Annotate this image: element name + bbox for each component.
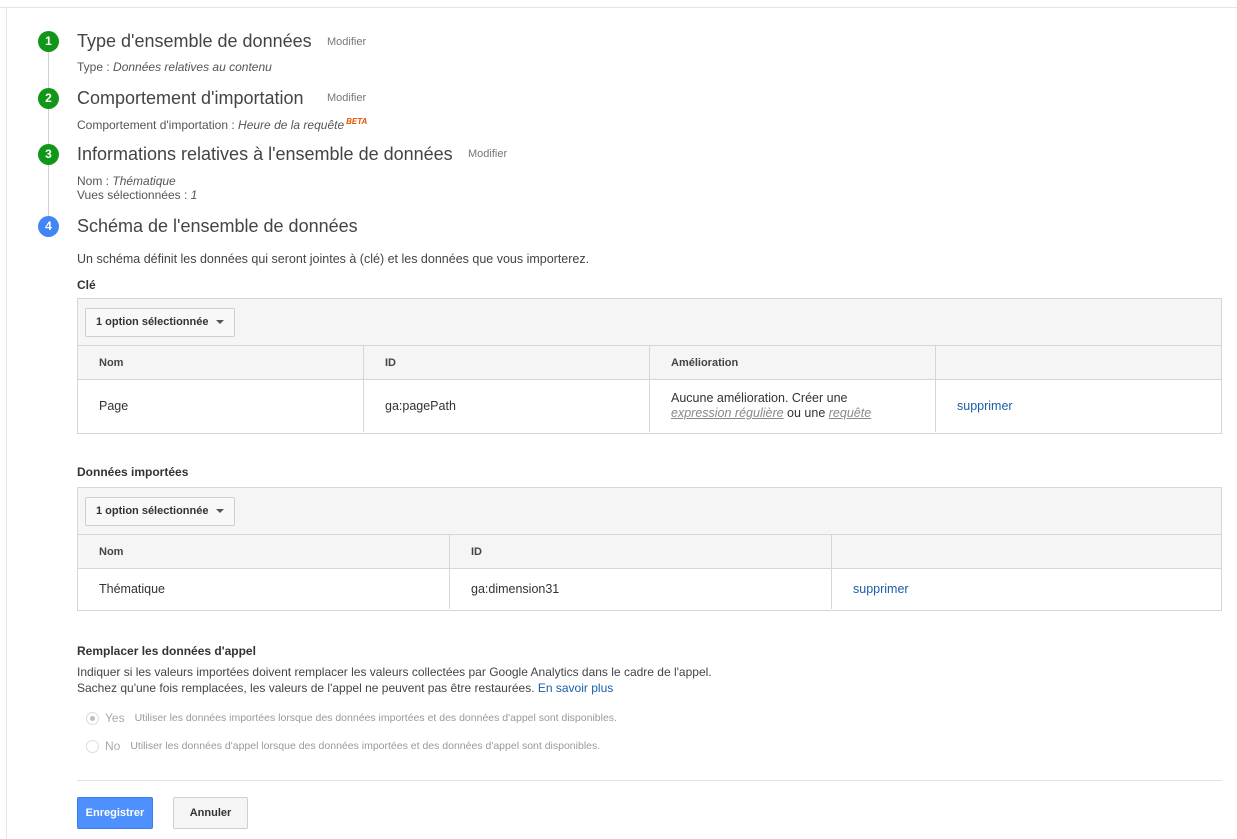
replace-description-line-2: Sachez qu'une fois remplacées, les valeu…: [77, 681, 614, 695]
step-3-summary: Nom : Thématique Vues sélectionnées : 1: [77, 174, 198, 202]
key-improvement-cell: Aucune amélioration. Créer une expressio…: [650, 380, 936, 432]
step-4-title: Schéma de l'ensemble de données: [77, 216, 358, 236]
query-link[interactable]: requête: [829, 406, 871, 420]
step-2-badge: 2: [38, 88, 59, 109]
footer-divider: [77, 780, 1222, 781]
radio-option-no[interactable]: No Utiliser les données d'appel lorsque …: [86, 739, 600, 753]
key-table: 1 option sélectionnée Nom ID Amélioratio…: [77, 298, 1222, 434]
column-header-id: ID: [364, 346, 650, 379]
learn-more-link[interactable]: En savoir plus: [538, 681, 613, 695]
key-name-cell: Page: [78, 380, 364, 432]
column-header-actions: [832, 535, 1221, 568]
beta-badge: BETA: [346, 117, 368, 126]
key-table-toolbar: 1 option sélectionnée: [78, 299, 1221, 346]
imported-section-label: Données importées: [77, 465, 189, 479]
imported-table-toolbar: 1 option sélectionnée: [78, 488, 1221, 535]
replace-description-line-1: Indiquer si les valeurs importées doiven…: [77, 665, 712, 679]
step-4-badge: 4: [38, 216, 59, 237]
imported-table: 1 option sélectionnée Nom ID Thématique …: [77, 487, 1222, 611]
key-actions-cell: supprimer: [936, 380, 1221, 432]
step-2-summary: Comportement d'importation : Heure de la…: [77, 117, 368, 132]
imported-id-cell: ga:dimension31: [450, 569, 832, 609]
save-button[interactable]: Enregistrer: [77, 797, 153, 829]
column-header-id: ID: [450, 535, 832, 568]
step-3-title: Informations relatives à l'ensemble de d…: [77, 144, 453, 164]
key-section-label: Clé: [77, 278, 96, 292]
radio-no[interactable]: [86, 739, 99, 753]
imported-options-dropdown[interactable]: 1 option sélectionnée: [85, 497, 236, 526]
key-options-dropdown[interactable]: 1 option sélectionnée: [85, 308, 236, 337]
regex-link[interactable]: expression régulière: [671, 406, 784, 420]
table-row: Page ga:pagePath Aucune amélioration. Cr…: [78, 380, 1221, 432]
schema-description: Un schéma définit les données qui seront…: [77, 252, 590, 266]
step-connector: [48, 109, 49, 144]
column-header-name: Nom: [78, 346, 364, 379]
step-1-modify-link[interactable]: Modifier: [327, 36, 366, 48]
caret-down-icon: [216, 509, 225, 514]
cancel-button[interactable]: Annuler: [173, 797, 248, 829]
column-header-improvement: Amélioration: [650, 346, 936, 379]
imported-name-cell: Thématique: [78, 569, 450, 609]
caret-down-icon: [216, 320, 225, 325]
imported-table-header: Nom ID: [78, 535, 1221, 569]
step-1-summary: Type : Données relatives au contenu: [77, 60, 272, 74]
column-header-name: Nom: [78, 535, 450, 568]
radio-option-yes[interactable]: Yes Utiliser les données importées lorsq…: [86, 711, 617, 725]
replace-section-title: Remplacer les données d'appel: [77, 644, 256, 658]
key-table-header: Nom ID Amélioration: [78, 346, 1221, 380]
step-2-modify-link[interactable]: Modifier: [327, 92, 366, 104]
step-1-title: Type d'ensemble de données: [77, 31, 312, 51]
step-3-modify-link[interactable]: Modifier: [468, 148, 507, 160]
step-connector: [48, 165, 49, 216]
imported-actions-cell: supprimer: [832, 569, 1221, 609]
step-connector: [48, 52, 49, 88]
table-row: Thématique ga:dimension31 supprimer: [78, 569, 1221, 609]
key-id-cell: ga:pagePath: [364, 380, 650, 432]
step-3-badge: 3: [38, 144, 59, 165]
step-2-title: Comportement d'importation: [77, 88, 304, 108]
radio-yes[interactable]: [86, 711, 99, 725]
delete-imported-link[interactable]: supprimer: [853, 582, 909, 596]
delete-key-link[interactable]: supprimer: [957, 399, 1013, 413]
column-header-actions: [936, 346, 1221, 379]
step-1-badge: 1: [38, 31, 59, 52]
